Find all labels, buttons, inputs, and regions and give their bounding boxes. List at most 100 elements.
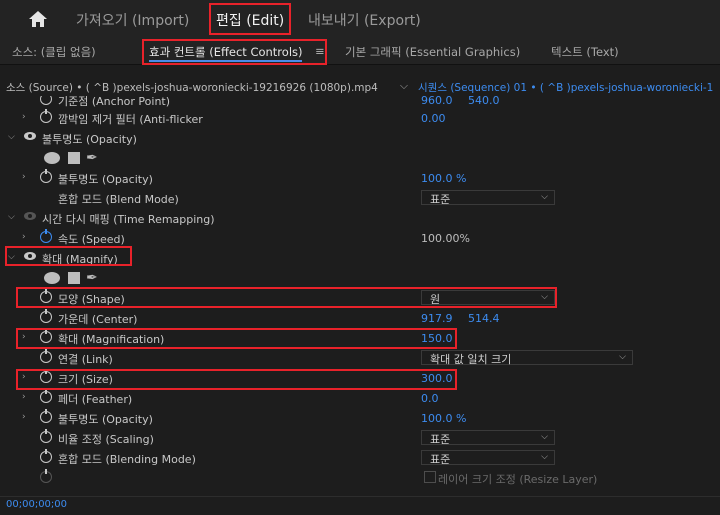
ellipse-mask-icon[interactable] bbox=[44, 272, 60, 284]
stopwatch-icon[interactable] bbox=[40, 429, 52, 443]
workspace-bar: 가져오기 (Import) 편집 (Edit) 내보내기 (Export) bbox=[0, 0, 720, 38]
pen-mask-icon[interactable]: ✒ bbox=[86, 270, 98, 286]
stopwatch-icon[interactable] bbox=[40, 449, 52, 463]
eye-icon bbox=[24, 212, 36, 220]
magnify-effect-header[interactable]: ⌵ 확대 (Magnify) bbox=[0, 248, 720, 268]
tab-text[interactable]: 텍스트 (Text) bbox=[551, 44, 619, 60]
link-label: 연결 (Link) bbox=[58, 353, 113, 366]
timecode[interactable]: 00;00;00;00 bbox=[6, 499, 67, 510]
link-value: 확대 값 일치 크기 bbox=[430, 353, 512, 366]
shape-row: 모양 (Shape) 원 ⌵ bbox=[0, 288, 720, 308]
tab-source[interactable]: 소스: (클립 없음) bbox=[12, 44, 96, 60]
shape-dropdown[interactable]: 원 ⌵ bbox=[421, 290, 555, 306]
blending-mode-label: 혼합 모드 (Blending Mode) bbox=[58, 453, 196, 466]
magnify-mask-tools: ✒ bbox=[0, 268, 720, 288]
eye-icon[interactable] bbox=[24, 252, 36, 260]
panel-menu-icon[interactable]: ≡ bbox=[315, 44, 325, 58]
feather-row: › 페더 (Feather) 0.0 bbox=[0, 388, 720, 408]
resize-layer-checkbox[interactable] bbox=[424, 471, 436, 483]
magnify-opacity-label: 불투명도 (Opacity) bbox=[58, 413, 153, 426]
source-clip-label[interactable]: 소스 (Source) • ( ^B )pexels-joshua-woroni… bbox=[6, 80, 378, 95]
clip-selector-bar: 소스 (Source) • ( ^B )pexels-joshua-woroni… bbox=[0, 76, 720, 96]
opacity-row: › 불투명도 (Opacity) 100.0 % bbox=[0, 168, 720, 188]
tab-essential-graphics[interactable]: 기본 그래픽 (Essential Graphics) bbox=[345, 44, 520, 60]
link-dropdown[interactable]: 확대 값 일치 크기 ⌵ bbox=[421, 350, 633, 366]
chevron-down-icon[interactable]: ⌵ bbox=[400, 80, 408, 93]
expand-arrow-icon[interactable]: › bbox=[22, 172, 32, 182]
opacity-value[interactable]: 100.0 % bbox=[421, 172, 466, 185]
timecode-bar: 00;00;00;00 bbox=[0, 496, 720, 515]
blending-mode-row: 혼합 모드 (Blending Mode) 표준 ⌵ bbox=[0, 448, 720, 468]
blending-mode-value: 표준 bbox=[430, 453, 451, 466]
magnify-opacity-row: › 불투명도 (Opacity) 100.0 % bbox=[0, 408, 720, 428]
link-row: 연결 (Link) 확대 값 일치 크기 ⌵ bbox=[0, 348, 720, 368]
expand-arrow-icon[interactable]: › bbox=[22, 372, 32, 382]
rectangle-mask-icon[interactable] bbox=[68, 152, 80, 164]
tab-import[interactable]: 가져오기 (Import) bbox=[76, 10, 189, 30]
collapse-arrow-icon[interactable]: ⌵ bbox=[8, 132, 18, 142]
scaling-row: 비율 조정 (Scaling) 표준 ⌵ bbox=[0, 428, 720, 448]
tab-effect-controls[interactable]: 효과 컨트롤 (Effect Controls) bbox=[149, 44, 303, 60]
chevron-down-icon: ⌵ bbox=[619, 352, 626, 362]
stopwatch-icon[interactable] bbox=[40, 229, 52, 243]
collapse-arrow-icon[interactable]: ⌵ bbox=[8, 252, 18, 262]
blending-mode-dropdown[interactable]: 표준 ⌵ bbox=[421, 450, 555, 466]
tab-edit[interactable]: 편집 (Edit) bbox=[216, 10, 284, 30]
opacity-effect-header[interactable]: ⌵ 불투명도 (Opacity) bbox=[0, 128, 720, 148]
speed-label: 속도 (Speed) bbox=[58, 233, 125, 246]
resize-layer-label: 레이어 크기 조정 (Resize Layer) bbox=[438, 473, 598, 486]
collapse-arrow-icon[interactable]: ⌵ bbox=[8, 212, 18, 222]
scaling-dropdown[interactable]: 표준 ⌵ bbox=[421, 430, 555, 446]
home-icon[interactable] bbox=[28, 10, 48, 28]
speed-value[interactable]: 100.00% bbox=[421, 232, 470, 245]
center-row: 가운데 (Center) 917.9 514.4 bbox=[0, 308, 720, 328]
ellipse-mask-icon[interactable] bbox=[44, 152, 60, 164]
expand-arrow-icon[interactable]: › bbox=[22, 232, 32, 242]
expand-arrow-icon[interactable]: › bbox=[22, 412, 32, 422]
size-row: › 크기 (Size) 300.0 bbox=[0, 368, 720, 388]
blend-mode-dropdown[interactable]: 표준 ⌵ bbox=[421, 190, 555, 206]
anti-flicker-value[interactable]: 0.00 bbox=[421, 112, 446, 125]
center-x-value[interactable]: 917.9 bbox=[421, 312, 453, 325]
magnification-value[interactable]: 150.0 bbox=[421, 332, 453, 345]
tab-export[interactable]: 내보내기 (Export) bbox=[308, 10, 421, 30]
stopwatch-icon[interactable] bbox=[40, 349, 52, 363]
sequence-clip-label[interactable]: 시퀀스 (Sequence) 01 • ( ^B )pexels-joshua-… bbox=[418, 80, 713, 95]
scaling-value: 표준 bbox=[430, 433, 451, 446]
stopwatch-icon[interactable] bbox=[40, 289, 52, 303]
eye-icon[interactable] bbox=[24, 132, 36, 140]
center-y-value[interactable]: 514.4 bbox=[468, 312, 500, 325]
effect-controls-list: 기준점 (Anchor Point) 960.0 540.0 › 깜박임 제거 … bbox=[0, 96, 720, 496]
anchor-y-value[interactable]: 540.0 bbox=[468, 96, 500, 107]
stopwatch-icon[interactable] bbox=[40, 109, 52, 123]
stopwatch-icon[interactable] bbox=[40, 309, 52, 323]
stopwatch-icon[interactable] bbox=[40, 96, 52, 105]
magnify-opacity-value[interactable]: 100.0 % bbox=[421, 412, 466, 425]
magnification-label: 확대 (Magnification) bbox=[58, 333, 165, 346]
resize-layer-row: 레이어 크기 조정 (Resize Layer) bbox=[0, 468, 720, 488]
rectangle-mask-icon[interactable] bbox=[68, 272, 80, 284]
anti-flicker-label: 깜박임 제거 필터 (Anti-flicker bbox=[58, 113, 203, 126]
anti-flicker-row: › 깜박임 제거 필터 (Anti-flicker 0.00 bbox=[0, 108, 720, 128]
anchor-x-value[interactable]: 960.0 bbox=[421, 96, 453, 107]
expand-arrow-icon[interactable]: › bbox=[22, 392, 32, 402]
stopwatch-icon[interactable] bbox=[40, 409, 52, 423]
stopwatch-icon[interactable] bbox=[40, 329, 52, 343]
opacity-label: 불투명도 (Opacity) bbox=[58, 173, 153, 186]
stopwatch-icon[interactable] bbox=[40, 389, 52, 403]
speed-row: › 속도 (Speed) 100.00% bbox=[0, 228, 720, 248]
feather-value[interactable]: 0.0 bbox=[421, 392, 439, 405]
size-value[interactable]: 300.0 bbox=[421, 372, 453, 385]
time-remapping-header[interactable]: ⌵ 시간 다시 매핑 (Time Remapping) bbox=[0, 208, 720, 228]
blend-mode-row: 혼합 모드 (Blend Mode) 표준 ⌵ bbox=[0, 188, 720, 208]
center-label: 가운데 (Center) bbox=[58, 313, 138, 326]
magnification-row: › 확대 (Magnification) 150.0 bbox=[0, 328, 720, 348]
stopwatch-icon[interactable] bbox=[40, 169, 52, 183]
pen-mask-icon[interactable]: ✒ bbox=[86, 150, 98, 166]
expand-arrow-icon[interactable]: › bbox=[22, 112, 32, 122]
expand-arrow-icon[interactable]: › bbox=[22, 332, 32, 342]
magnify-effect-label: 확대 (Magnify) bbox=[42, 253, 118, 266]
blend-mode-label: 혼합 모드 (Blend Mode) bbox=[58, 193, 179, 206]
shape-value: 원 bbox=[430, 293, 441, 306]
stopwatch-icon[interactable] bbox=[40, 369, 52, 383]
